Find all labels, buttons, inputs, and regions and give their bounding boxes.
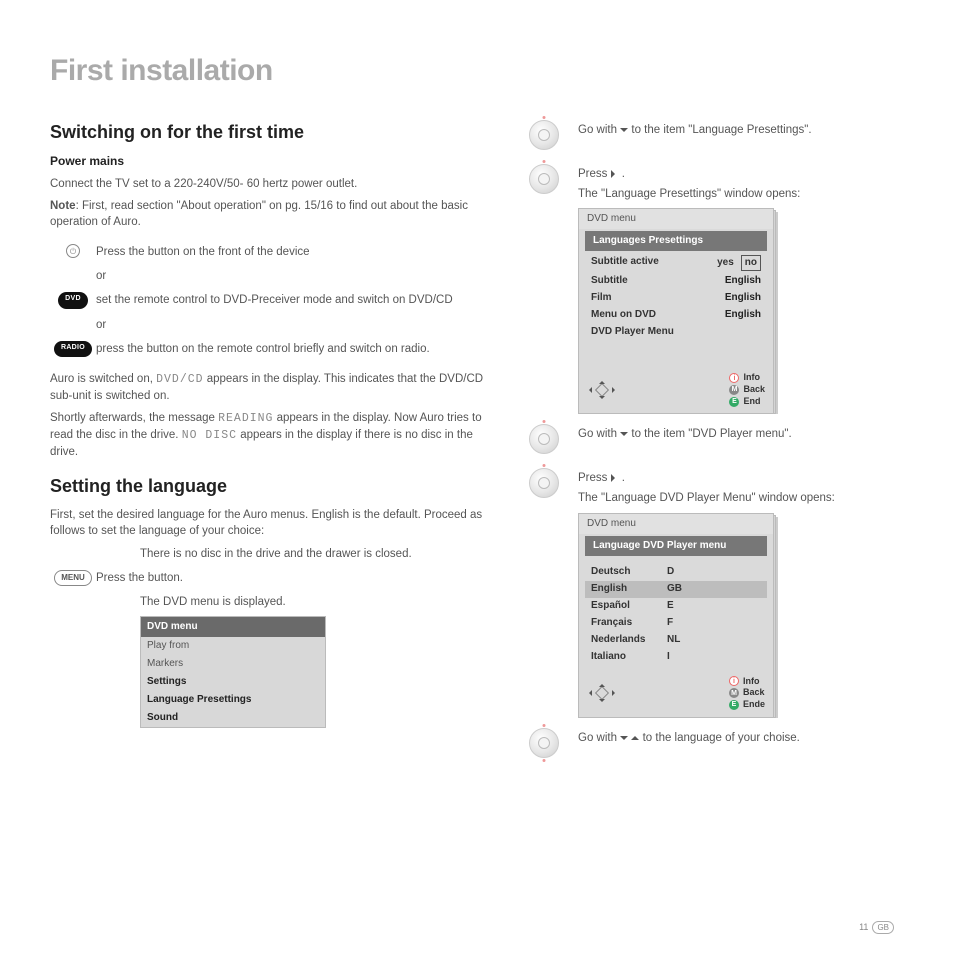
power-icon: ⏻ xyxy=(66,244,80,258)
dvd-pill-icon: DVD xyxy=(58,292,88,308)
dial-icon xyxy=(529,424,559,454)
lcd-text: READING xyxy=(218,412,273,425)
paragraph: Connect the TV set to a 220-240V/50- 60 … xyxy=(50,176,490,192)
menu-item: Sound xyxy=(141,709,325,727)
paragraph: There is no disc in the drive and the dr… xyxy=(140,546,490,562)
lcd-text: DVD/CD xyxy=(156,373,203,386)
heading-setting-language: Setting the language xyxy=(50,474,490,499)
page-number: 11 GB xyxy=(859,921,894,934)
heading-switching-on: Switching on for the first time xyxy=(50,120,490,145)
paragraph: The DVD menu is displayed. xyxy=(140,594,490,610)
dial-icon xyxy=(529,164,559,194)
info-badge-icon: i xyxy=(729,676,739,686)
language-presettings-box: DVD menu Languages Presettings Subtitle … xyxy=(578,208,778,414)
language-dvd-player-box: DVD menu Language DVD Player menu Deutsc… xyxy=(578,513,778,718)
step-row: DVD set the remote control to DVD-Precei… xyxy=(50,292,490,308)
menu-item: Markers xyxy=(141,655,325,673)
selected-language-row: EnglishGB xyxy=(585,581,767,598)
arrow-down-icon xyxy=(620,432,628,440)
step-row: RADIO press the button on the remote con… xyxy=(50,341,490,357)
arrow-up-icon xyxy=(631,732,639,740)
lcd-text: NO DISC xyxy=(182,429,237,442)
menu-item: Play from xyxy=(141,637,325,655)
left-column: Switching on for the first time Power ma… xyxy=(50,120,490,768)
step-row: MENU Press the button. xyxy=(50,570,490,586)
right-column: Go with to the item "Language Presetting… xyxy=(520,120,894,768)
nav-diamond-icon xyxy=(587,379,617,401)
arrow-right-icon xyxy=(611,170,619,178)
menu-item: Settings xyxy=(141,673,325,691)
menu-button-icon: MENU xyxy=(54,570,92,586)
end-badge-icon: E xyxy=(729,700,739,710)
info-badge-icon: i xyxy=(729,373,739,383)
dial-icon xyxy=(529,468,559,498)
heading-power-mains: Power mains xyxy=(50,153,490,170)
end-badge-icon: E xyxy=(729,397,739,407)
back-badge-icon: M xyxy=(729,688,739,698)
radio-pill-icon: RADIO xyxy=(54,341,92,357)
note-paragraph: Note: First, read section "About operati… xyxy=(50,198,490,230)
dvd-menu-box: DVD menu Play from Markers Settings Lang… xyxy=(140,616,326,728)
paragraph: First, set the desired language for the … xyxy=(50,507,490,539)
paragraph: Auro is switched on, DVD/CD appears in t… xyxy=(50,371,490,404)
page-title: First installation xyxy=(50,50,894,92)
step-row: ⏻ Press the button on the front of the d… xyxy=(50,244,490,260)
arrow-right-icon xyxy=(611,474,619,482)
paragraph: Shortly afterwards, the message READING … xyxy=(50,410,490,460)
arrow-down-icon xyxy=(620,736,628,744)
menu-titlebar: DVD menu xyxy=(141,617,325,637)
menu-item: Language Presettings xyxy=(141,691,325,709)
arrow-down-icon xyxy=(620,128,628,136)
region-badge: GB xyxy=(872,921,894,934)
back-badge-icon: M xyxy=(729,385,739,395)
dial-icon xyxy=(529,120,559,150)
nav-diamond-icon xyxy=(587,682,617,704)
dial-icon xyxy=(529,728,559,758)
